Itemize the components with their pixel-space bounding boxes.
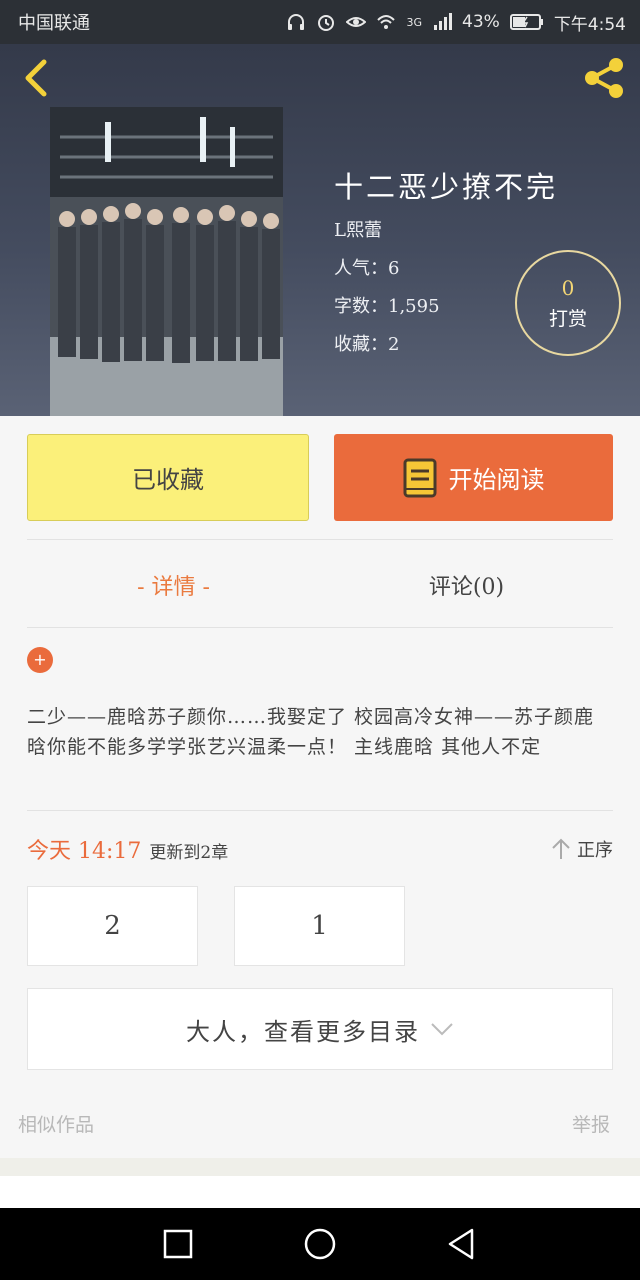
- update-time: 今天 14:17: [27, 839, 142, 864]
- book-title: 十二恶少撩不完: [334, 170, 559, 204]
- network-label: 3G: [406, 15, 423, 29]
- collected-button[interactable]: 已收藏: [27, 434, 309, 521]
- report-link[interactable]: 举报: [572, 1110, 610, 1137]
- share-icon[interactable]: [580, 56, 628, 100]
- recent-apps-icon[interactable]: [160, 1226, 196, 1262]
- wifi-icon: [377, 15, 396, 29]
- alarm-icon: [318, 15, 335, 31]
- eye-icon: [346, 17, 367, 27]
- carrier-label: 中国联通: [18, 13, 90, 34]
- chapter-item[interactable]: 2: [27, 886, 198, 966]
- favorites-stat: 收藏：2: [334, 334, 400, 355]
- divider: [27, 539, 613, 540]
- bottom-band: [0, 1176, 640, 1208]
- author-name[interactable]: L熙蕾: [334, 216, 382, 242]
- start-reading-button[interactable]: 开始阅读: [334, 434, 613, 521]
- reward-button[interactable]: 0 打赏: [515, 250, 621, 356]
- expand-plus-icon[interactable]: +: [27, 647, 53, 673]
- back-arrow-icon[interactable]: [18, 58, 54, 98]
- back-triangle-icon[interactable]: [444, 1226, 480, 1262]
- popularity-stat: 人气：6: [334, 258, 400, 279]
- sort-order-label: 正序: [577, 840, 613, 861]
- sort-order-toggle[interactable]: 正序: [551, 836, 613, 862]
- start-reading-label: 开始阅读: [448, 466, 545, 494]
- signal-icon: [434, 13, 453, 30]
- chevron-down-icon: [431, 1023, 453, 1036]
- divider: [27, 810, 613, 811]
- update-text: 更新到2章: [149, 843, 229, 863]
- tab-details[interactable]: - 详情 -: [27, 560, 320, 610]
- similar-works-link[interactable]: 相似作品: [18, 1110, 94, 1137]
- book-cover-image: [50, 107, 283, 416]
- book-header: 十二恶少撩不完 L熙蕾 人气：6 字数：1,595 收藏：2 0 打赏: [0, 44, 640, 416]
- clock: 下午4:54: [553, 14, 626, 35]
- view-more-label: 大人，查看更多目录: [186, 1017, 420, 1046]
- reward-count: 0: [561, 275, 575, 300]
- tab-comments[interactable]: 评论(0): [320, 560, 613, 610]
- headphones-icon: [288, 14, 305, 30]
- collected-label: 已收藏: [132, 466, 204, 494]
- battery-icon: [509, 14, 543, 30]
- divider: [27, 627, 613, 628]
- book-icon: [403, 458, 436, 497]
- system-nav-bar: [0, 1208, 640, 1280]
- bottom-strip: [0, 1158, 640, 1176]
- status-bar: 中国联通 3G 43% 下午4:54: [0, 0, 640, 44]
- reward-label: 打赏: [548, 307, 587, 330]
- arrow-up-icon: [552, 838, 570, 859]
- book-description: 二少——鹿晗苏子颜你……我娶定了 校园高冷女神——苏子颜鹿晗你能不能多学学张艺兴…: [27, 706, 595, 758]
- word-count-stat: 字数：1,595: [334, 296, 440, 317]
- cover-illustration: [50, 107, 283, 416]
- battery-percent: 43%: [462, 12, 500, 32]
- status-icons: 3G 43% 下午4:54: [286, 10, 626, 35]
- home-icon[interactable]: [302, 1226, 338, 1262]
- chapter-item[interactable]: 1: [234, 886, 405, 966]
- update-info: 今天 14:17 更新到2章 正序: [27, 832, 613, 866]
- view-more-catalog-button[interactable]: 大人，查看更多目录: [27, 988, 613, 1070]
